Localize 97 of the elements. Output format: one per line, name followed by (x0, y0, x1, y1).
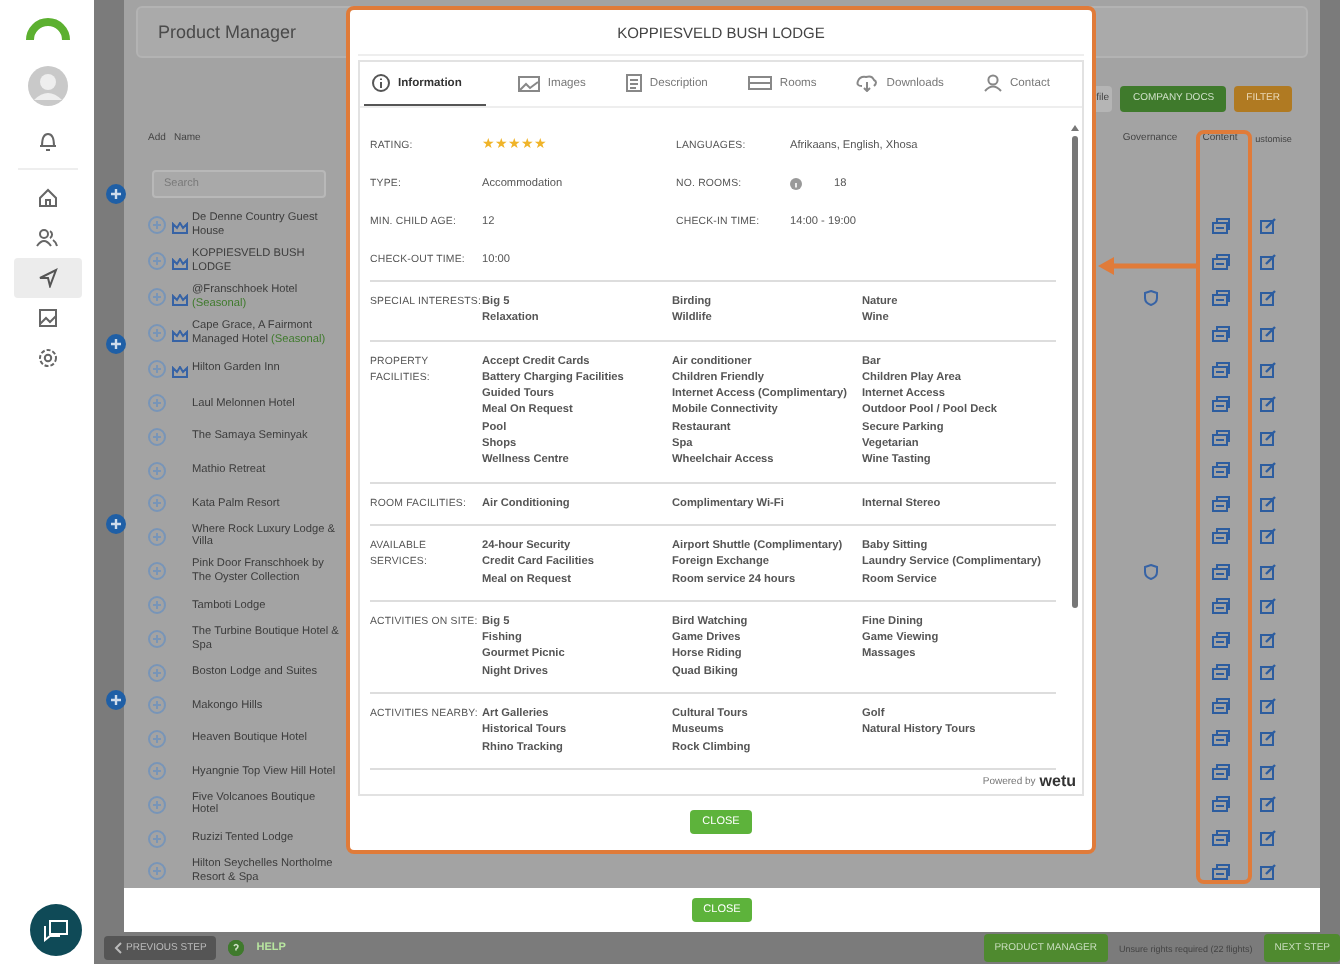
edit-icon[interactable] (1260, 528, 1276, 545)
plus-icon (148, 324, 166, 343)
edit-icon[interactable] (1260, 597, 1276, 614)
crown-icon (172, 293, 188, 306)
image-icon (517, 75, 540, 91)
edit-icon[interactable] (1260, 697, 1276, 714)
content-icon[interactable] (1211, 830, 1229, 847)
content-icon[interactable] (1211, 429, 1229, 446)
plus-icon (148, 527, 166, 546)
plus-icon (148, 762, 166, 781)
plus-icon (148, 494, 166, 513)
send-icon[interactable] (37, 268, 57, 288)
image-icon[interactable] (37, 308, 57, 328)
content-icon[interactable] (1211, 631, 1229, 648)
content-icon[interactable] (1211, 730, 1229, 747)
edit-icon[interactable] (1260, 796, 1276, 813)
edit-icon[interactable] (1260, 289, 1276, 306)
cloud-download-icon (856, 74, 879, 92)
avatar-icon[interactable] (27, 66, 67, 106)
plus-icon (148, 862, 166, 881)
content-icon[interactable] (1211, 325, 1229, 342)
plus-icon (148, 252, 166, 271)
plus-icon (148, 696, 166, 715)
content-icon[interactable] (1211, 664, 1229, 681)
plus-icon (148, 562, 166, 581)
bell-icon[interactable] (37, 129, 57, 151)
content-icon[interactable] (1211, 697, 1229, 714)
settings-icon[interactable] (37, 348, 57, 368)
users-icon[interactable] (36, 228, 58, 248)
crown-icon (172, 329, 188, 342)
add-button[interactable] (106, 334, 126, 354)
scroll-up-icon (1069, 124, 1079, 132)
content-icon[interactable] (1211, 217, 1229, 234)
shield-icon (1143, 563, 1157, 580)
chat-icon (43, 919, 67, 941)
edit-icon[interactable] (1260, 830, 1276, 847)
plus-icon (148, 360, 166, 379)
plus-icon (148, 288, 166, 307)
edit-icon[interactable] (1260, 664, 1276, 681)
plus-icon (110, 338, 122, 350)
edit-icon[interactable] (1260, 495, 1276, 512)
edit-icon[interactable] (1260, 631, 1276, 648)
bed-icon (747, 76, 772, 90)
edit-icon[interactable] (1260, 563, 1276, 580)
chevron-left-icon (114, 942, 122, 954)
add-button[interactable] (106, 184, 126, 204)
edit-icon[interactable] (1260, 730, 1276, 747)
edit-icon[interactable] (1260, 863, 1276, 880)
plus-icon (110, 694, 122, 706)
content-icon[interactable] (1211, 361, 1229, 378)
edit-icon[interactable] (1260, 429, 1276, 446)
panel-title: Product Manager (158, 21, 297, 42)
plus-icon (148, 729, 166, 748)
brand-logo: wetu (1039, 772, 1076, 791)
person-icon (983, 74, 1002, 92)
document-icon (625, 74, 642, 92)
content-icon[interactable] (1211, 863, 1229, 880)
add-button[interactable] (106, 514, 126, 534)
plus-icon (148, 795, 166, 814)
plus-icon (148, 829, 166, 848)
plus-icon (110, 518, 122, 530)
help-icon (228, 940, 245, 956)
plus-icon (148, 394, 166, 413)
content-icon[interactable] (1211, 253, 1229, 270)
info-icon (790, 177, 802, 189)
edit-icon[interactable] (1260, 325, 1276, 342)
home-icon[interactable] (37, 188, 57, 208)
edit-icon[interactable] (1260, 395, 1276, 412)
content-icon[interactable] (1211, 763, 1229, 780)
edit-icon[interactable] (1260, 763, 1276, 780)
plus-icon (148, 461, 166, 480)
content-icon[interactable] (1211, 597, 1229, 614)
plus-icon (110, 188, 122, 200)
info-icon (372, 74, 390, 92)
edit-icon[interactable] (1260, 253, 1276, 270)
plus-icon (148, 663, 166, 682)
edit-icon[interactable] (1260, 462, 1276, 479)
chat-button[interactable] (29, 904, 81, 956)
content-icon[interactable] (1211, 289, 1229, 306)
edit-icon[interactable] (1260, 217, 1276, 234)
crown-icon (172, 257, 188, 270)
shield-icon (1143, 289, 1157, 306)
plus-icon (148, 428, 166, 447)
content-icon[interactable] (1211, 462, 1229, 479)
edit-icon[interactable] (1260, 361, 1276, 378)
crown-icon (172, 365, 188, 378)
crown-icon (172, 221, 188, 234)
content-icon[interactable] (1211, 563, 1229, 580)
plus-icon (148, 216, 166, 235)
content-icon[interactable] (1211, 796, 1229, 813)
content-icon[interactable] (1211, 495, 1229, 512)
plus-icon (148, 596, 166, 615)
plus-icon (148, 630, 166, 649)
logo-icon (25, 16, 69, 40)
add-button[interactable] (106, 690, 126, 710)
content-icon[interactable] (1211, 395, 1229, 412)
content-icon[interactable] (1211, 528, 1229, 545)
